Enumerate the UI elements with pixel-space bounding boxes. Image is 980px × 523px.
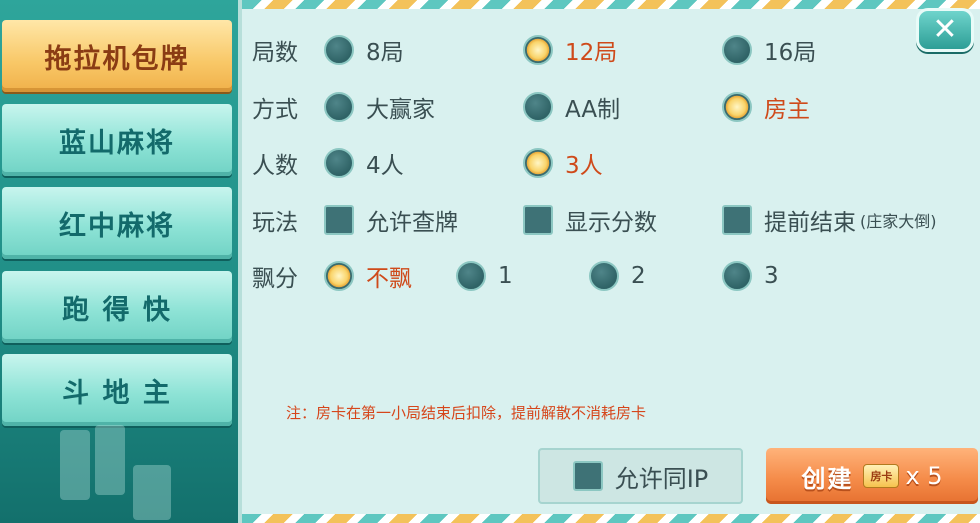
option-label: 4人 [366,153,404,179]
rules-label: 玩法 [252,210,298,236]
float-option-none[interactable]: 不飘 [324,260,412,292]
radio-icon [324,148,354,178]
option-label: 1 [498,263,513,289]
mode-option-winner[interactable]: 大赢家 [324,91,435,123]
tab-paodekuai[interactable]: 跑 得 快 [2,271,232,343]
radio-selected-icon [523,148,553,178]
checkbox-icon [324,205,354,235]
option-label: 大赢家 [366,97,435,123]
tab-doudizhu[interactable]: 斗 地 主 [2,354,232,426]
close-button[interactable]: ✕ [916,8,974,52]
rules-option-show-score[interactable]: 显示分数 [523,204,657,236]
radio-icon [722,261,752,291]
radio-icon [523,92,553,122]
option-label: 3 [764,263,779,289]
radio-selected-icon [722,92,752,122]
radio-selected-icon [324,261,354,291]
game-sidebar: 拖拉机包牌 蓝山麻将 红中麻将 跑 得 快 斗 地 主 [0,0,238,523]
option-label: 房主 [764,97,810,123]
rounds-option-8[interactable]: 8局 [324,34,404,66]
allow-same-ip-toggle[interactable]: 允许同IP [538,448,743,504]
float-option-1[interactable]: 1 [456,260,513,292]
rules-option-early-end[interactable]: 提前结束 (庄家大倒) [722,204,937,236]
float-option-2[interactable]: 2 [589,260,646,292]
allow-same-ip-label: 允许同IP [614,464,709,493]
tab-lanshan-mahjong[interactable]: 蓝山麻将 [2,104,232,176]
tab-tractor[interactable]: 拖拉机包牌 [2,20,232,92]
mode-label: 方式 [252,97,298,123]
checkbox-icon [523,205,553,235]
checkbox-icon [572,461,603,491]
radio-icon [324,35,354,65]
radio-icon [589,261,619,291]
mahjong-tiles-decoration [60,425,171,520]
players-option-4[interactable]: 4人 [324,147,404,179]
room-card-note: 注：房卡在第一小局结束后扣除，提前解散不消耗房卡 [286,404,647,422]
rounds-option-12[interactable]: 12局 [523,34,617,66]
room-settings-panel: 局数 8局 12局 16局 方式 大赢家 AA制 房主 人数 4人 3人 玩法 … [238,0,980,523]
radio-icon [456,261,486,291]
option-label: 提前结束 [764,210,856,236]
radio-selected-icon [523,35,553,65]
rounds-option-16[interactable]: 16局 [722,34,816,66]
checkbox-icon [722,205,752,235]
close-icon: ✕ [932,12,958,47]
option-label: 允许查牌 [366,210,458,236]
option-label: 16局 [764,40,817,66]
radio-icon [722,35,752,65]
radio-icon [324,92,354,122]
rounds-label: 局数 [252,40,298,66]
players-label: 人数 [252,153,298,179]
mode-option-host[interactable]: 房主 [722,91,810,123]
option-label: 显示分数 [565,210,657,236]
room-card-icon: 房卡 [863,464,900,488]
room-card-count: x 5 [905,462,943,490]
float-option-3[interactable]: 3 [722,260,779,292]
rules-option-check-cards[interactable]: 允许查牌 [324,204,458,236]
bottom-stripe [242,514,980,523]
option-label: 不飘 [366,266,412,292]
create-label: 创建 [801,464,854,493]
players-option-3[interactable]: 3人 [523,147,603,179]
tab-hongzhong-mahjong[interactable]: 红中麻将 [2,187,232,259]
create-room-button[interactable]: 创建 房卡 x 5 [766,448,978,504]
option-label: 12局 [565,40,618,66]
top-stripe [242,0,980,9]
float-label: 飘分 [252,266,298,292]
mode-option-aa[interactable]: AA制 [523,91,620,123]
option-label: 2 [631,263,646,289]
option-note: (庄家大倒) [860,212,937,231]
option-label: AA制 [565,97,621,123]
option-label: 3人 [565,153,603,179]
option-label: 8局 [366,40,404,66]
